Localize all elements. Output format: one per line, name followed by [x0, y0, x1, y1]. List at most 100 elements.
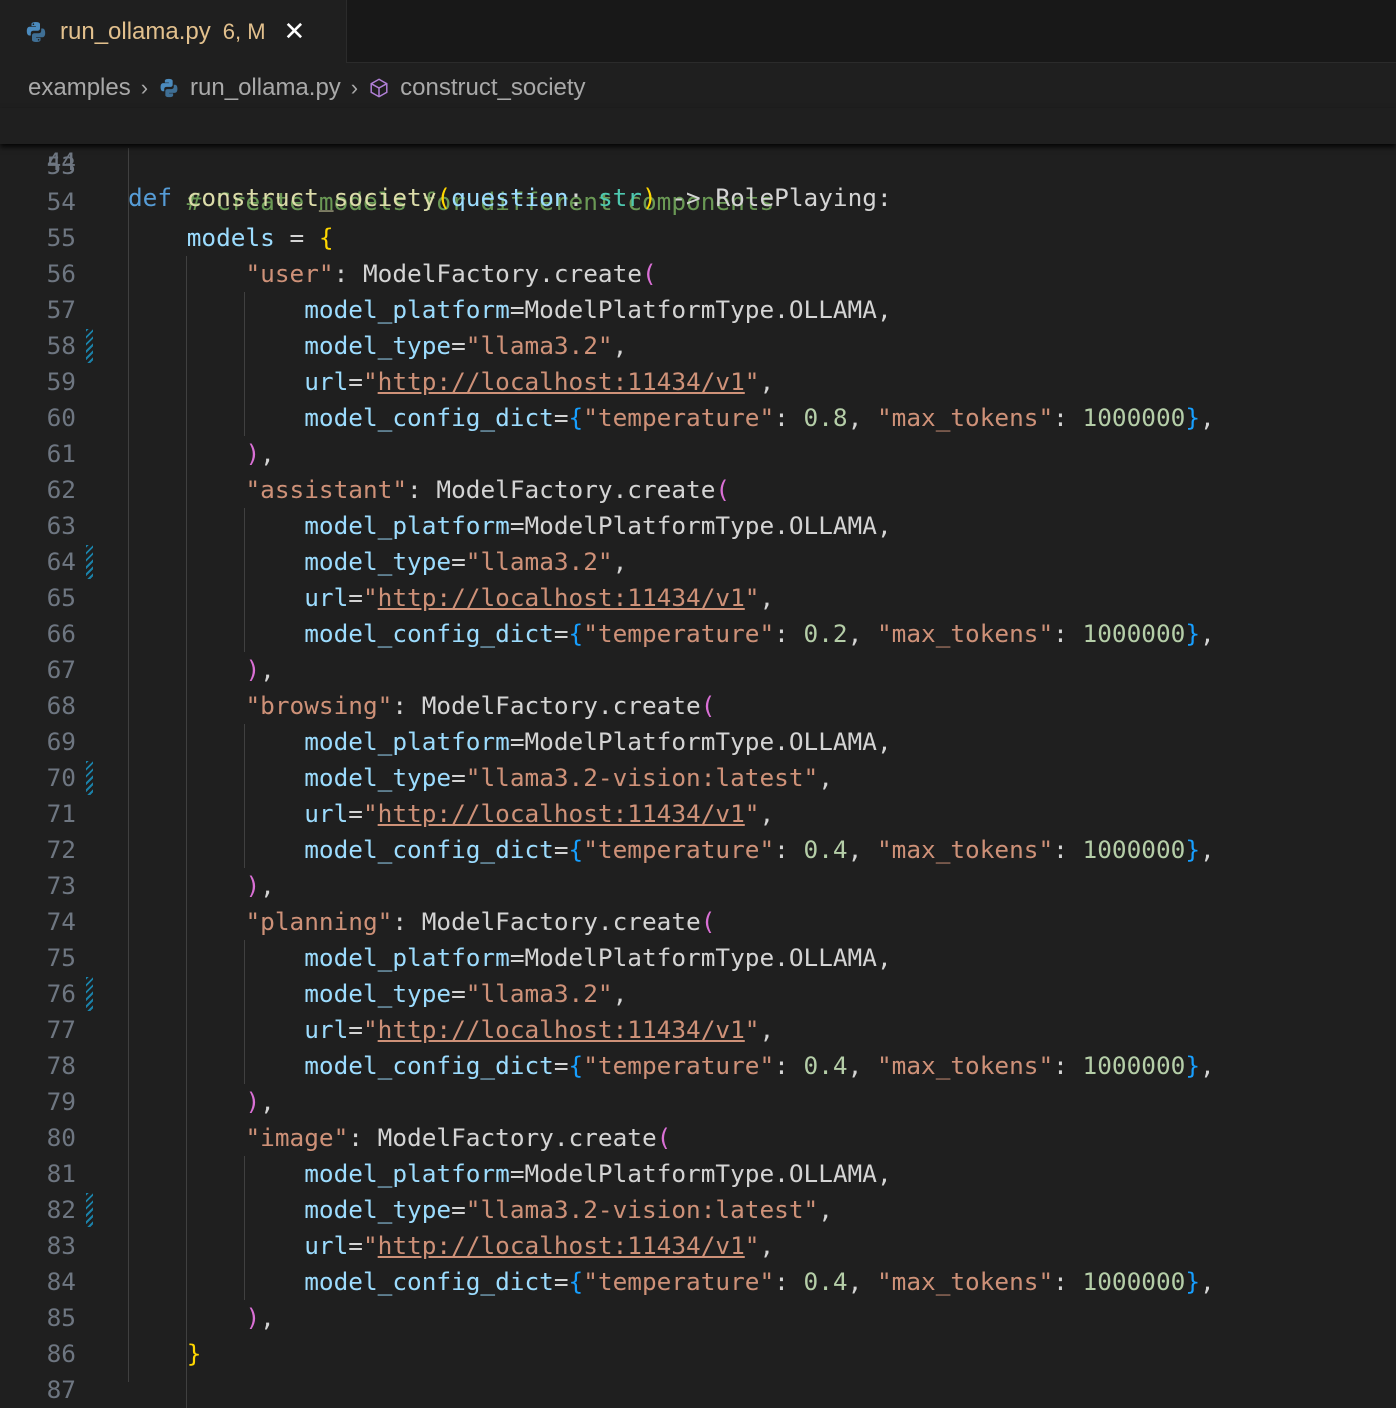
line-number: 73	[46, 871, 76, 900]
chevron-right-icon: ›	[140, 75, 149, 100]
line-number: 72	[46, 835, 76, 864]
code-text: url="http://localhost:11434/v1",	[304, 1015, 775, 1044]
code-line[interactable]: 56 "user": ModelFactory.create(	[0, 256, 1396, 292]
code-line[interactable]: 61 ),	[0, 436, 1396, 472]
code-text: ),	[245, 655, 275, 684]
tab-bar: run_ollama.py 6, M ✕	[0, 0, 1396, 63]
breadcrumb-symbol[interactable]: construct_society	[400, 74, 585, 102]
line-number: 56	[46, 259, 76, 288]
editor-tab-run-ollama[interactable]: run_ollama.py 6, M ✕	[0, 0, 347, 63]
code-line[interactable]: 73 ),	[0, 868, 1396, 904]
code-text: model_config_dict={"temperature": 0.8, "…	[304, 403, 1215, 432]
code-line[interactable]: 84 model_config_dict={"temperature": 0.4…	[0, 1264, 1396, 1300]
code-text: "image": ModelFactory.create(	[245, 1123, 672, 1152]
code-text: model_platform=ModelPlatformType.OLLAMA,	[304, 511, 892, 540]
line-number: 75	[46, 943, 76, 972]
line-number: 87	[46, 1375, 76, 1404]
code-line[interactable]: 62 "assistant": ModelFactory.create(	[0, 472, 1396, 508]
code-editor[interactable]: 53 54 # Create models for different compo…	[0, 148, 1396, 1408]
code-line[interactable]: 78 model_config_dict={"temperature": 0.4…	[0, 1048, 1396, 1084]
code-text: ),	[245, 439, 275, 468]
code-line[interactable]: 68 "browsing": ModelFactory.create(	[0, 688, 1396, 724]
code-line[interactable]: 83 url="http://localhost:11434/v1",	[0, 1228, 1396, 1264]
code-line[interactable]: 82 model_type="llama3.2-vision:latest",	[0, 1192, 1396, 1228]
code-line[interactable]: 55 models = {	[0, 220, 1396, 256]
code-text: url="http://localhost:11434/v1",	[304, 799, 775, 828]
code-line[interactable]: 67 ),	[0, 652, 1396, 688]
modified-line-marker[interactable]	[86, 329, 93, 363]
line-number: 60	[46, 403, 76, 432]
method-cube-icon	[368, 77, 390, 99]
close-icon[interactable]: ✕	[284, 16, 306, 47]
chevron-right-icon: ›	[350, 75, 359, 100]
code-line[interactable]: 53	[0, 148, 1396, 184]
code-text: url="http://localhost:11434/v1",	[304, 583, 775, 612]
code-line[interactable]: 72 model_config_dict={"temperature": 0.4…	[0, 832, 1396, 868]
line-number: 69	[46, 727, 76, 756]
code-line[interactable]: 64 model_type="llama3.2",	[0, 544, 1396, 580]
code-text: url="http://localhost:11434/v1",	[304, 1231, 775, 1260]
code-line[interactable]: 70 model_type="llama3.2-vision:latest",	[0, 760, 1396, 796]
code-line[interactable]: 71 url="http://localhost:11434/v1",	[0, 796, 1396, 832]
breadcrumb-file[interactable]: run_ollama.py	[190, 74, 341, 102]
line-number: 74	[46, 907, 76, 936]
code-line[interactable]: 66 model_config_dict={"temperature": 0.2…	[0, 616, 1396, 652]
code-text: models = {	[186, 223, 334, 252]
code-line[interactable]: 75 model_platform=ModelPlatformType.OLLA…	[0, 940, 1396, 976]
code-line[interactable]: 76 model_type="llama3.2",	[0, 976, 1396, 1012]
line-number: 83	[46, 1231, 76, 1260]
line-number: 80	[46, 1123, 76, 1152]
code-text: model_type="llama3.2",	[304, 979, 628, 1008]
code-text: ),	[245, 871, 275, 900]
line-number: 63	[46, 511, 76, 540]
modified-line-marker[interactable]	[86, 1193, 93, 1227]
code-line[interactable]: 77 url="http://localhost:11434/v1",	[0, 1012, 1396, 1048]
code-text: model_config_dict={"temperature": 0.4, "…	[304, 1267, 1215, 1296]
code-line[interactable]: 80 "image": ModelFactory.create(	[0, 1120, 1396, 1156]
tab-filename: run_ollama.py	[60, 17, 211, 45]
code-line[interactable]: 69 model_platform=ModelPlatformType.OLLA…	[0, 724, 1396, 760]
line-number: 58	[46, 331, 76, 360]
code-line[interactable]: 65 url="http://localhost:11434/v1",	[0, 580, 1396, 616]
line-number: 64	[46, 547, 76, 576]
code-text: "planning": ModelFactory.create(	[245, 907, 716, 936]
code-line[interactable]: 86 }	[0, 1336, 1396, 1372]
code-text: model_config_dict={"temperature": 0.4, "…	[304, 835, 1215, 864]
code-line[interactable]: 63 model_platform=ModelPlatformType.OLLA…	[0, 508, 1396, 544]
code-text: model_platform=ModelPlatformType.OLLAMA,	[304, 943, 892, 972]
line-number: 71	[46, 799, 76, 828]
line-number: 82	[46, 1195, 76, 1224]
modified-line-marker[interactable]	[86, 977, 93, 1011]
sticky-scroll-line[interactable]: 44 def construct_society(question: str) …	[0, 108, 1396, 212]
code-line[interactable]: 85 ),	[0, 1300, 1396, 1336]
line-number: 62	[46, 475, 76, 504]
code-line[interactable]: 79 ),	[0, 1084, 1396, 1120]
breadcrumb: examples › run_ollama.py › construct_soc…	[28, 70, 586, 106]
code-line[interactable]: 57 model_platform=ModelPlatformType.OLLA…	[0, 292, 1396, 328]
code-line[interactable]: 58 model_type="llama3.2",	[0, 328, 1396, 364]
code-line[interactable]: 59 url="http://localhost:11434/v1",	[0, 364, 1396, 400]
line-number: 79	[46, 1087, 76, 1116]
modified-line-marker[interactable]	[86, 761, 93, 795]
code-text: ),	[245, 1087, 275, 1116]
code-line[interactable]: 60 model_config_dict={"temperature": 0.8…	[0, 400, 1396, 436]
line-number: 65	[46, 583, 76, 612]
line-number: 70	[46, 763, 76, 792]
line-number: 61	[46, 439, 76, 468]
code-text: "user": ModelFactory.create(	[245, 259, 657, 288]
modified-line-marker[interactable]	[86, 545, 93, 579]
code-line[interactable]: 74 "planning": ModelFactory.create(	[0, 904, 1396, 940]
code-text: ),	[245, 1303, 275, 1332]
code-text: model_type="llama3.2",	[304, 547, 628, 576]
breadcrumb-folder-examples[interactable]: examples	[28, 74, 131, 102]
code-text: model_config_dict={"temperature": 0.4, "…	[304, 1051, 1215, 1080]
code-text: "assistant": ModelFactory.create(	[245, 475, 731, 504]
code-line[interactable]: 87	[0, 1372, 1396, 1408]
code-line[interactable]: 81 model_platform=ModelPlatformType.OLLA…	[0, 1156, 1396, 1192]
python-icon	[24, 20, 48, 44]
function-signature: def construct_society(question: str) -> …	[128, 183, 892, 212]
code-text: model_config_dict={"temperature": 0.2, "…	[304, 619, 1215, 648]
code-text: "browsing": ModelFactory.create(	[245, 691, 716, 720]
code-text: model_type="llama3.2-vision:latest",	[304, 763, 833, 792]
line-number: 59	[46, 367, 76, 396]
